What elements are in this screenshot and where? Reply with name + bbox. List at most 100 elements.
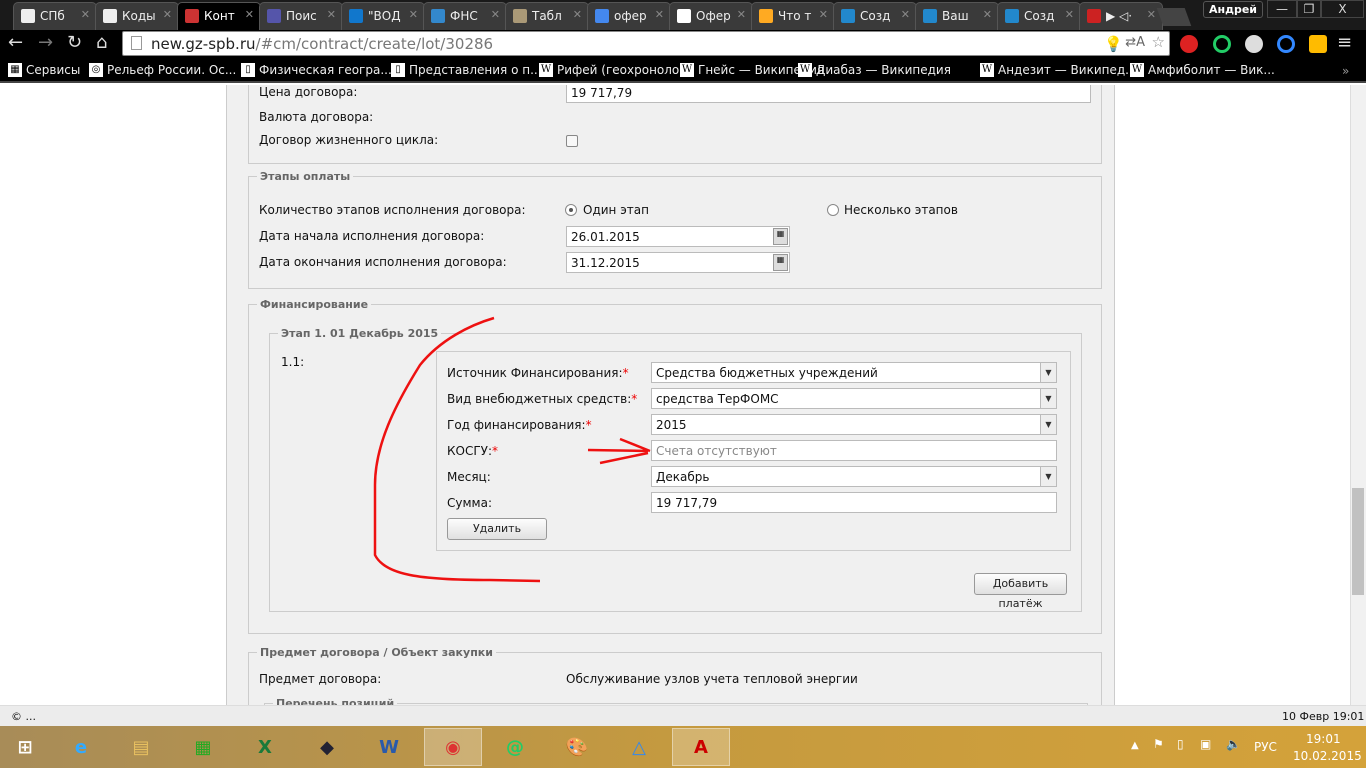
- bookmark-item[interactable]: W Андезит — Википед...: [980, 63, 1137, 77]
- bookmark-icon: W: [680, 63, 694, 77]
- tab-favicon-icon: [513, 9, 527, 23]
- bookmark-icon: W: [980, 63, 994, 77]
- paw-extension-icon[interactable]: [1309, 35, 1327, 53]
- bookmark-item[interactable]: W Рифей (геохроноло...: [539, 63, 691, 77]
- tab-label: "ВОД: [368, 9, 401, 23]
- browser-tab[interactable]: СПб ✕: [13, 2, 97, 30]
- bookmark-item[interactable]: ▯ Представления о п...: [391, 63, 542, 77]
- tab-favicon-icon: [1005, 9, 1019, 23]
- browser-tab[interactable]: офер ✕: [587, 2, 671, 30]
- browser-tab[interactable]: Офер ✕: [669, 2, 753, 30]
- close-tab-icon[interactable]: ✕: [1147, 8, 1156, 21]
- menu-icon[interactable]: ≡: [1337, 34, 1352, 52]
- profile-button[interactable]: Андрей: [1203, 1, 1263, 18]
- chat-extension-icon[interactable]: [1245, 35, 1263, 53]
- close-tab-icon[interactable]: ✕: [819, 8, 828, 21]
- windows-start-icon[interactable]: ⊞: [0, 728, 50, 766]
- adblock-icon[interactable]: [1180, 35, 1198, 53]
- bookmark-icon: ▯: [241, 63, 255, 77]
- close-tab-icon[interactable]: ✕: [409, 8, 418, 21]
- close-tab-icon[interactable]: ✕: [163, 8, 172, 21]
- browser-tab[interactable]: Что т ✕: [751, 2, 835, 30]
- bookmark-label: Представления о п...: [409, 63, 542, 77]
- page-content: Цена договора: 19 717,79 Валюта договора…: [0, 85, 1350, 705]
- browser-tab[interactable]: Конт ✕: [177, 2, 261, 30]
- clock-date[interactable]: 10.02.2015: [1293, 749, 1362, 763]
- bookmark-label: Рифей (геохроноло...: [557, 63, 691, 77]
- browser-tab[interactable]: ФНС ✕: [423, 2, 507, 30]
- browser-tab[interactable]: Коды ✕: [95, 2, 179, 30]
- translate-icon[interactable]: ⇄A: [1125, 35, 1145, 50]
- bookmark-item[interactable]: ▯ Физическая геогра...: [241, 63, 392, 77]
- browser-tab[interactable]: "ВОД ✕: [341, 2, 425, 30]
- flag-icon[interactable]: ⚑: [1153, 737, 1164, 751]
- app-icon[interactable]: ◆: [298, 728, 356, 766]
- file-explorer-icon[interactable]: ▤: [112, 728, 170, 766]
- tab-favicon-icon: [431, 9, 445, 23]
- scrollbar-thumb[interactable]: [1352, 488, 1364, 595]
- network-icon[interactable]: ▣: [1200, 737, 1211, 751]
- close-tab-icon[interactable]: ✕: [81, 8, 90, 21]
- page-icon: [131, 36, 142, 50]
- tab-label: СПб: [40, 9, 65, 23]
- browser-tab[interactable]: ▶ ◁· ✕: [1079, 2, 1163, 30]
- bookmark-item[interactable]: ◎ Рельеф России. Ос...: [89, 63, 236, 77]
- browser-tab[interactable]: Созд ✕: [997, 2, 1081, 30]
- internet-explorer-icon[interactable]: e: [52, 728, 110, 766]
- close-tab-icon[interactable]: ✕: [573, 8, 582, 21]
- bookmark-item[interactable]: W Амфиболит — Вик...: [1130, 63, 1275, 77]
- excel-icon[interactable]: X: [236, 728, 294, 766]
- paint-icon[interactable]: 🎨: [548, 728, 606, 766]
- close-tab-icon[interactable]: ✕: [327, 8, 336, 21]
- tab-label: офер: [614, 9, 647, 23]
- extension-a-icon[interactable]: [1213, 35, 1231, 53]
- close-tab-icon[interactable]: ✕: [655, 8, 664, 21]
- lightbulb-icon[interactable]: 💡: [1104, 35, 1123, 53]
- tab-label: ▶ ◁·: [1106, 9, 1133, 23]
- tray-expand-icon[interactable]: ▲: [1131, 740, 1139, 751]
- close-tab-icon[interactable]: ✕: [1065, 8, 1074, 21]
- word-icon[interactable]: W: [360, 728, 418, 766]
- status-text: © ...: [11, 710, 36, 723]
- forward-icon[interactable]: →: [38, 34, 53, 52]
- triangle-app-icon[interactable]: △: [610, 728, 668, 766]
- close-tab-icon[interactable]: ✕: [983, 8, 992, 21]
- close-tab-icon[interactable]: ✕: [737, 8, 746, 21]
- bookmark-star-icon[interactable]: ☆: [1152, 33, 1165, 51]
- volume-icon[interactable]: 🔈: [1226, 737, 1241, 751]
- language-indicator[interactable]: РУС: [1254, 740, 1277, 754]
- close-tab-icon[interactable]: ✕: [245, 8, 254, 21]
- battery-icon[interactable]: ▯: [1177, 737, 1184, 751]
- address-bar[interactable]: new.gz-spb.ru/#cm/contract/create/lot/30…: [122, 31, 1170, 56]
- tab-label: Коды: [122, 9, 156, 23]
- tab-favicon-icon: [759, 9, 773, 23]
- browser-tab[interactable]: Поис ✕: [259, 2, 343, 30]
- browser-tab[interactable]: Ваш ✕: [915, 2, 999, 30]
- close-window-button[interactable]: X: [1321, 0, 1364, 18]
- home-icon[interactable]: ⌂: [96, 34, 107, 52]
- reload-icon[interactable]: ↻: [67, 34, 82, 52]
- tab-label: Табл: [532, 9, 562, 23]
- bookmark-item[interactable]: ▦ Сервисы: [8, 63, 80, 77]
- browser-tab[interactable]: Созд ✕: [833, 2, 917, 30]
- back-icon[interactable]: ←: [8, 34, 23, 52]
- chrome-icon[interactable]: ◉: [424, 728, 482, 766]
- bookmark-item[interactable]: W Диабаз — Википедия: [798, 63, 951, 77]
- tab-label: Конт: [204, 9, 235, 23]
- mail-agent-icon[interactable]: @: [486, 728, 544, 766]
- browser-tab[interactable]: Табл ✕: [505, 2, 589, 30]
- tab-label: Ваш: [942, 9, 969, 23]
- store-icon[interactable]: ▦: [174, 728, 232, 766]
- tab-label: Созд: [1024, 9, 1055, 23]
- restore-button[interactable]: ❐: [1297, 0, 1321, 18]
- block-extension-icon[interactable]: [1277, 35, 1295, 53]
- more-bookmarks-icon[interactable]: »: [1342, 62, 1349, 80]
- scrollbar[interactable]: [1350, 85, 1366, 705]
- acrobat-icon[interactable]: A: [672, 728, 730, 766]
- tab-favicon-icon: [923, 9, 937, 23]
- close-tab-icon[interactable]: ✕: [901, 8, 910, 21]
- bookmark-icon: W: [539, 63, 553, 77]
- minimize-button[interactable]: —: [1267, 0, 1297, 18]
- close-tab-icon[interactable]: ✕: [491, 8, 500, 21]
- clock-time[interactable]: 19:01: [1306, 732, 1341, 746]
